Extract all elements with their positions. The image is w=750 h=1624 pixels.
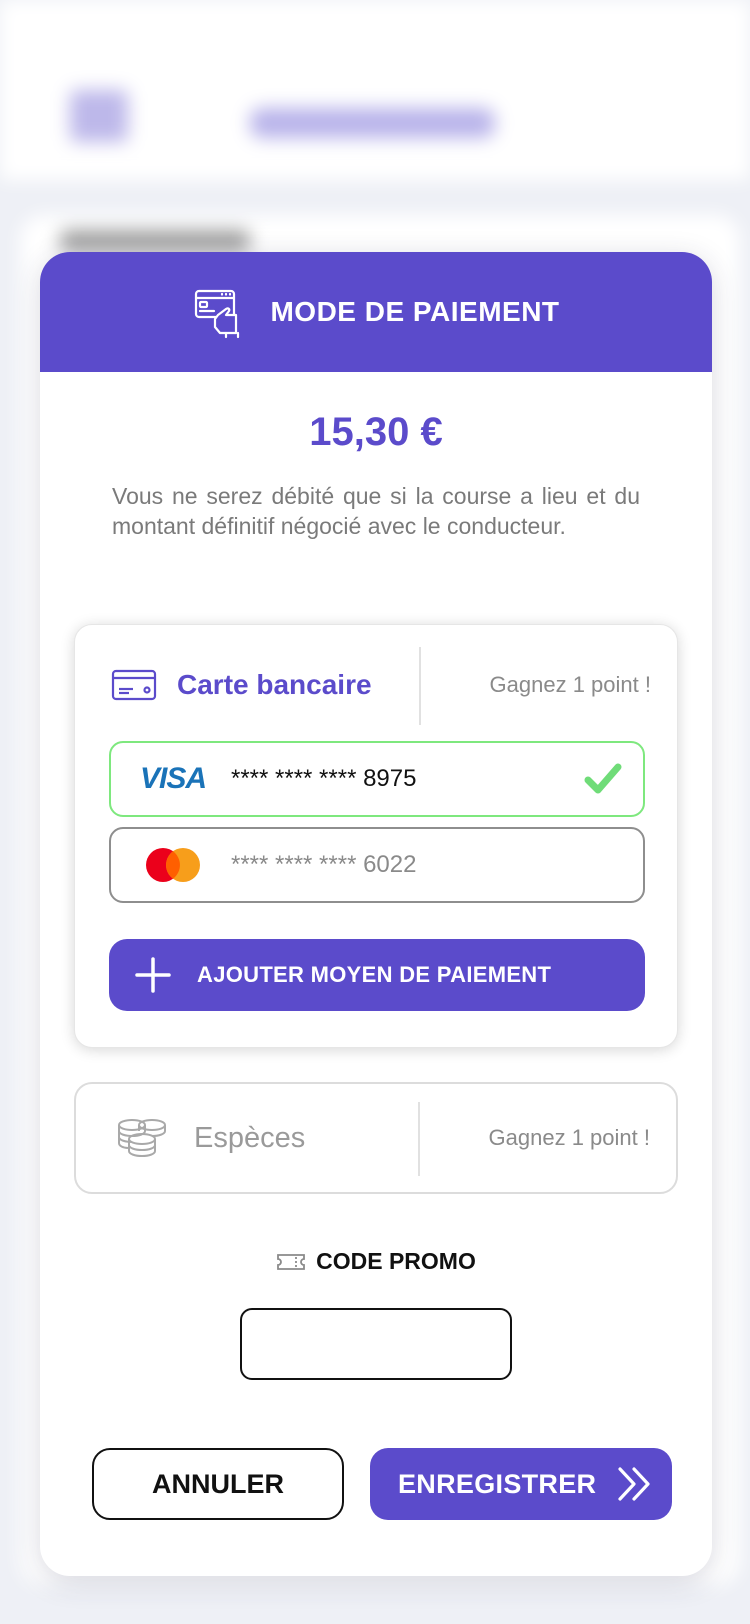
promo-code-input[interactable] xyxy=(240,1308,512,1380)
saved-card-visa[interactable]: VISA **** **** **** 8975 xyxy=(109,741,645,817)
divider xyxy=(418,1102,420,1176)
divider xyxy=(419,647,421,725)
cash-payment-option[interactable]: Espèces Gagnez 1 point ! xyxy=(74,1082,678,1194)
mastercard-logo-icon xyxy=(111,829,235,901)
background-card-title xyxy=(60,230,250,252)
card-in-hand-icon xyxy=(195,289,240,339)
modal-title: MODE DE PAIEMENT xyxy=(270,296,560,327)
card-method-option[interactable]: Carte bancaire xyxy=(111,647,372,723)
double-chevron-right-icon xyxy=(618,1467,650,1501)
save-button-label: ENREGISTRER xyxy=(398,1468,597,1499)
cash-reward-text: Gagnez 1 point ! xyxy=(488,1125,650,1150)
modal-header: MODE DE PAIEMENT xyxy=(40,252,712,372)
check-icon xyxy=(584,763,622,794)
visa-logo-icon: VISA xyxy=(139,762,207,795)
save-button[interactable]: ENREGISTRER xyxy=(370,1448,672,1520)
promo-code-heading: CODE PROMO xyxy=(40,1248,712,1275)
card-number: **** **** **** 8975 xyxy=(231,765,417,792)
saved-card-mastercard[interactable]: **** **** **** 6022 xyxy=(109,827,645,903)
plus-icon xyxy=(135,957,171,993)
amount: 15,30 € xyxy=(309,410,443,454)
background-logo-text xyxy=(250,108,495,138)
cash-method-label: Espèces xyxy=(194,1121,306,1154)
background-logo-icon xyxy=(70,90,128,142)
payment-info-text: Vous ne serez débité que si la course a … xyxy=(112,483,640,539)
add-payment-method-button[interactable]: AJOUTER MOYEN DE PAIEMENT xyxy=(109,939,645,1011)
card-payment-section[interactable]: Carte bancaire Gagnez 1 point ! VISA ***… xyxy=(74,624,678,1048)
payment-modal: MODE DE PAIEMENT 15,30 € Vous ne serez d… xyxy=(40,252,712,1576)
credit-card-icon xyxy=(111,669,157,701)
cancel-button[interactable]: ANNULER xyxy=(92,1448,344,1520)
card-number: **** **** **** 6022 xyxy=(231,851,417,878)
promo-code-label: CODE PROMO xyxy=(316,1248,476,1274)
ticket-icon xyxy=(277,1253,306,1270)
card-method-label: Carte bancaire xyxy=(177,669,372,700)
cash-method-option[interactable]: Espèces xyxy=(116,1084,305,1192)
coins-stack-icon xyxy=(118,1119,166,1158)
card-reward-text: Gagnez 1 point ! xyxy=(489,672,651,697)
card-method-header[interactable]: Carte bancaire Gagnez 1 point ! xyxy=(75,647,679,725)
add-payment-method-label: AJOUTER MOYEN DE PAIEMENT xyxy=(197,962,552,987)
